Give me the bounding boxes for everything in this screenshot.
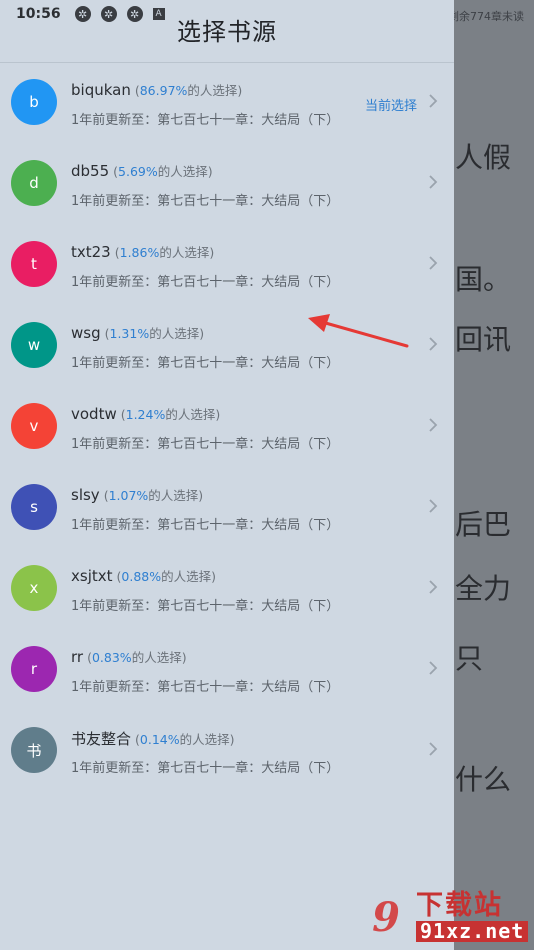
source-row-2[interactable]: d db55 (5.69%的人选择) 1年前更新至：第七百七十一章：大结局（下）: [0, 144, 454, 225]
source-latest-chapter: 1年前更新至：第七百七十一章：大结局（下）: [71, 761, 340, 776]
source-avatar: w: [11, 322, 57, 368]
source-avatar: t: [11, 241, 57, 287]
source-popularity: (0.88%的人选择): [117, 569, 217, 584]
source-popularity: (1.24%的人选择): [121, 407, 221, 422]
source-latest-chapter: 1年前更新至：第七百七十一章：大结局（下）: [71, 113, 340, 128]
source-title: db55 (5.69%的人选择): [71, 161, 213, 180]
chevron-right-icon: [429, 742, 438, 756]
popularity-suffix: 的人选择): [159, 245, 215, 260]
reader-line: 回讯: [455, 323, 512, 356]
source-latest-chapter: 1年前更新至：第七百七十一章：大结局（下）: [71, 680, 340, 695]
source-row-1[interactable]: b biqukan (86.97%的人选择) 1年前更新至：第七百七十一章：大结局（下…: [0, 63, 454, 144]
popularity-percent: 5.69%: [118, 164, 158, 179]
source-title: slsy (1.07%的人选择): [71, 485, 203, 504]
source-title: rr (0.83%的人选择): [71, 647, 187, 666]
source-name: slsy: [71, 486, 100, 504]
source-avatar: s: [11, 484, 57, 530]
watermark-text: 下载站 91xz.net: [416, 890, 529, 942]
popularity-suffix: 的人选择): [148, 488, 204, 503]
popularity-suffix: 的人选择): [149, 326, 205, 341]
reader-line: 只: [455, 642, 484, 675]
source-name: rr: [71, 648, 84, 666]
source-popularity: (1.86%的人选择): [115, 245, 215, 260]
source-popularity: (0.83%的人选择): [87, 650, 187, 665]
chevron-right-icon: [429, 580, 438, 594]
watermark-logo: 9: [372, 893, 400, 941]
popularity-percent: 0.88%: [121, 569, 162, 584]
popularity-suffix: 的人选择): [165, 407, 221, 422]
source-name: biqukan: [71, 81, 131, 99]
source-drawer: 10:56 ✲ ✲ ✲ A 选择书源 b biqukan (86.97%的人选择) 1…: [0, 0, 454, 950]
popularity-percent: 1.07%: [108, 488, 149, 503]
source-row-6[interactable]: s slsy (1.07%的人选择) 1年前更新至：第七百七十一章：大结局（下）: [0, 468, 454, 549]
source-list: b biqukan (86.97%的人选择) 1年前更新至：第七百七十一章：大结局（下…: [0, 63, 454, 792]
reader-line: 后巴: [455, 508, 512, 541]
reader-line: 国。: [455, 263, 512, 296]
source-name: wsg: [71, 324, 101, 342]
popularity-suffix: 的人选择): [187, 83, 243, 98]
chevron-right-icon: [429, 661, 438, 675]
source-row-8[interactable]: r rr (0.83%的人选择) 1年前更新至：第七百七十一章：大结局（下）: [0, 630, 454, 711]
source-name: txt23: [71, 243, 111, 261]
popularity-percent: 0.14%: [139, 732, 180, 747]
source-title: txt23 (1.86%的人选择): [71, 242, 214, 261]
source-title: 书友整合 (0.14%的人选择): [71, 728, 235, 749]
watermark-top: 下载站: [416, 890, 503, 922]
source-popularity: (86.97%的人选择): [135, 83, 242, 98]
reader-line: 什么: [455, 763, 512, 796]
chevron-right-icon: [429, 175, 438, 189]
source-row-7[interactable]: x xsjtxt (0.88%的人选择) 1年前更新至：第七百七十一章：大结局（下）: [0, 549, 454, 630]
source-avatar: r: [11, 646, 57, 692]
reader-line: 全力: [455, 572, 512, 605]
popularity-suffix: 的人选择): [157, 164, 213, 179]
arrow-annotation-icon: [308, 314, 409, 348]
watermark: 9 下载站 91xz.net: [360, 888, 530, 946]
source-title: wsg (1.31%的人选择): [71, 323, 204, 342]
source-latest-chapter: 1年前更新至：第七百七十一章：大结局（下）: [71, 194, 340, 209]
popularity-percent: 86.97%: [139, 83, 188, 98]
source-title: vodtw (1.24%的人选择): [71, 404, 220, 423]
source-latest-chapter: 1年前更新至：第七百七十一章：大结局（下）: [71, 275, 340, 290]
current-selection-label: 当前选择: [364, 99, 417, 114]
chevron-right-icon: [429, 499, 438, 513]
popularity-suffix: 的人选择): [161, 569, 216, 584]
source-name: xsjtxt: [71, 567, 113, 585]
drawer-title: 选择书源: [177, 18, 277, 46]
popularity-percent: 1.86%: [119, 245, 160, 260]
reader-remaining-text: 剩余774章未读: [448, 10, 524, 23]
popularity-percent: 1.31%: [109, 326, 150, 341]
source-latest-chapter: 1年前更新至：第七百七十一章：大结局（下）: [71, 599, 340, 614]
source-avatar: d: [11, 160, 57, 206]
source-avatar: b: [11, 79, 57, 125]
source-popularity: (0.14%的人选择): [135, 732, 235, 747]
reader-line: 人假: [455, 141, 512, 174]
chevron-right-icon: [429, 256, 438, 270]
chevron-right-icon: [429, 418, 438, 432]
source-latest-chapter: 1年前更新至：第七百七十一章：大结局（下）: [71, 518, 340, 533]
source-row-3[interactable]: t txt23 (1.86%的人选择) 1年前更新至：第七百七十一章：大结局（下）: [0, 225, 454, 306]
popularity-percent: 0.83%: [91, 650, 132, 665]
source-row-9[interactable]: 书书友整合 (0.14%的人选择) 1年前更新至：第七百七十一章：大结局（下）: [0, 711, 454, 792]
watermark-bottom: 91xz.net: [416, 920, 529, 942]
source-title: biqukan (86.97%的人选择): [71, 80, 242, 99]
source-latest-chapter: 1年前更新至：第七百七十一章：大结局（下）: [71, 437, 340, 452]
popularity-suffix: 的人选择): [179, 732, 235, 747]
chevron-right-icon: [429, 94, 438, 108]
source-title: xsjtxt (0.88%的人选择): [71, 566, 216, 585]
popularity-suffix: 的人选择): [131, 650, 187, 665]
source-avatar: x: [11, 565, 57, 611]
source-name: vodtw: [71, 405, 117, 423]
source-name: db55: [71, 162, 110, 180]
source-avatar: 书: [11, 727, 57, 773]
source-popularity: (5.69%的人选择): [113, 164, 213, 179]
source-name: 书友整合: [71, 730, 132, 748]
source-popularity: (1.07%的人选择): [104, 488, 204, 503]
source-row-5[interactable]: v vodtw (1.24%的人选择) 1年前更新至：第七百七十一章：大结局（下）: [0, 387, 454, 468]
source-popularity: (1.31%的人选择): [105, 326, 205, 341]
reader-status: 剩余774章未读: [448, 8, 524, 24]
source-avatar: v: [11, 403, 57, 449]
chevron-right-icon: [429, 337, 438, 351]
popularity-percent: 1.24%: [125, 407, 166, 422]
